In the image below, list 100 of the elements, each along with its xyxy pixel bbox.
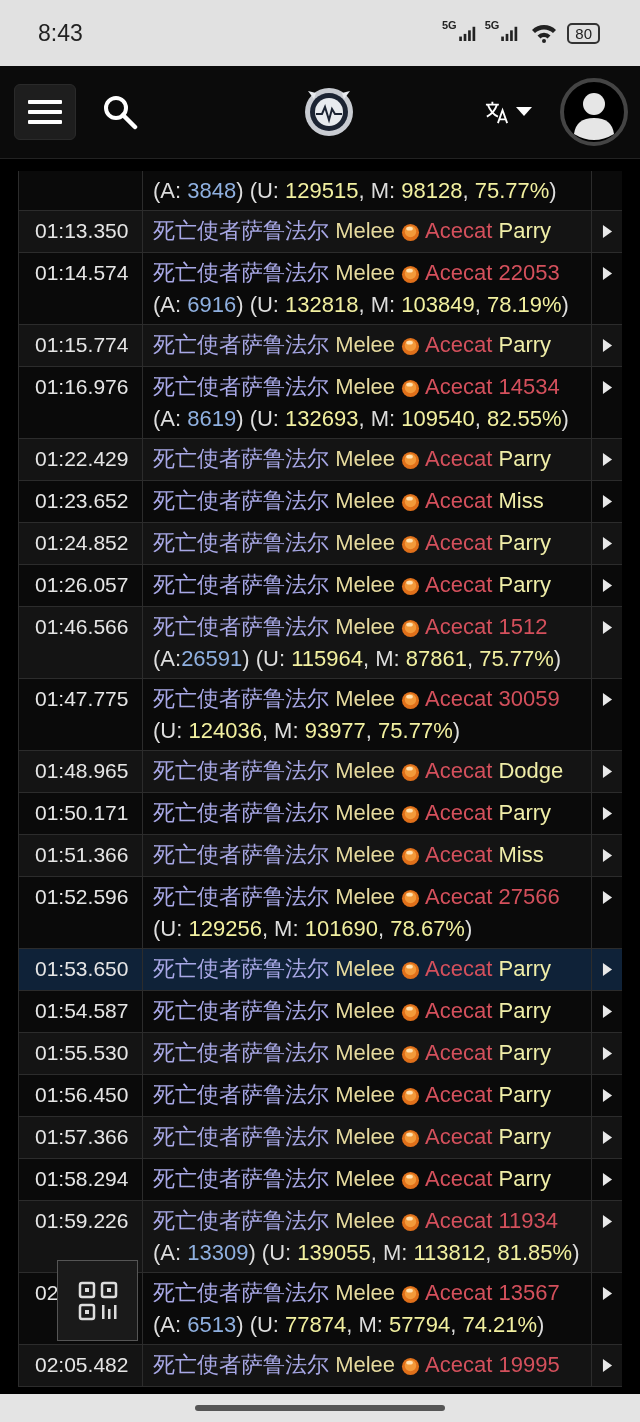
result-text: Miss	[498, 842, 544, 867]
caret-icon[interactable]	[516, 107, 532, 117]
log-row[interactable]: 01:13.350 死亡使者萨鲁法尔 Melee Acecat Parry	[19, 211, 622, 253]
search-icon[interactable]	[102, 94, 138, 130]
detail-text: ,	[485, 1240, 493, 1265]
expand-arrow-icon[interactable]	[601, 1172, 613, 1187]
expand-arrow-icon[interactable]	[601, 1046, 613, 1061]
source-name: 死亡使者萨鲁法尔	[153, 1166, 329, 1191]
ability-name: Melee	[335, 1280, 396, 1305]
orb-icon	[401, 1356, 421, 1376]
damage-value: 115964	[291, 646, 363, 671]
expand-arrow-icon[interactable]	[601, 1214, 613, 1229]
log-row[interactable]: 01:23.652 死亡使者萨鲁法尔 Melee Acecat Miss	[19, 481, 622, 523]
expand-arrow-icon[interactable]	[601, 1088, 613, 1103]
translate-icon[interactable]	[484, 100, 510, 124]
expand-arrow-icon[interactable]	[601, 1286, 613, 1301]
log-row[interactable]: 02:05.482 死亡使者萨鲁法尔 Melee Acecat 19995	[19, 1345, 622, 1387]
log-row[interactable]: 01:52.596 死亡使者萨鲁法尔 Melee Acecat 27566 (U: 129256, M: 101690, 78.67%)	[19, 877, 622, 949]
damage-value: 87861	[405, 646, 467, 671]
damage-value: 129256	[188, 916, 262, 941]
damage-value: 132693	[285, 406, 359, 431]
damage-value: 113812	[413, 1240, 486, 1265]
network-label: 5G	[441, 18, 457, 31]
result-text: 27566	[498, 884, 560, 909]
time-text: 01:15.774	[35, 333, 129, 356]
menu-button[interactable]	[14, 84, 76, 140]
log-row[interactable]: 01:24.852 死亡使者萨鲁法尔 Melee Acecat Parry	[19, 523, 622, 565]
time-text: 01:46.566	[35, 615, 129, 638]
ability-name: Melee	[335, 446, 396, 471]
target-name: Acecat	[425, 1082, 493, 1107]
result-text: 13567	[498, 1280, 560, 1305]
detail-text: , M:	[370, 1240, 409, 1265]
log-row[interactable]: 01:22.429 死亡使者萨鲁法尔 Melee Acecat Parry	[19, 439, 622, 481]
log-row[interactable]: 01:57.366 死亡使者萨鲁法尔 Melee Acecat Parry	[19, 1117, 622, 1159]
qr-code-button[interactable]	[57, 1260, 138, 1341]
log-row[interactable]: 01:58.294 死亡使者萨鲁法尔 Melee Acecat Parry	[19, 1159, 622, 1201]
orb-icon	[401, 690, 421, 710]
log-row[interactable]: 01:15.774 死亡使者萨鲁法尔 Melee Acecat Parry	[19, 325, 622, 367]
log-row[interactable]: 01:56.450 死亡使者萨鲁法尔 Melee Acecat Parry	[19, 1075, 622, 1117]
log-row[interactable]: 01:48.965 死亡使者萨鲁法尔 Melee Acecat Dodge	[19, 751, 622, 793]
source-name: 死亡使者萨鲁法尔	[153, 956, 329, 981]
expand-arrow-icon[interactable]	[601, 692, 613, 707]
log-row[interactable]: 01:51.366 死亡使者萨鲁法尔 Melee Acecat Miss	[19, 835, 622, 877]
expand-arrow-icon[interactable]	[601, 962, 613, 977]
target-name: Acecat	[425, 956, 493, 981]
expand-arrow-icon[interactable]	[601, 224, 613, 239]
log-row[interactable]: (A: 3848) (U: 129515, M: 98128, 75.77%)	[19, 171, 622, 211]
ability-name: Melee	[335, 956, 396, 981]
expand-arrow-icon[interactable]	[601, 266, 613, 281]
expand-arrow-icon[interactable]	[601, 578, 613, 593]
expand-arrow-icon[interactable]	[601, 1358, 613, 1373]
expand-arrow-icon[interactable]	[601, 338, 613, 353]
ability-name: Melee	[335, 1040, 396, 1065]
expand-arrow-icon[interactable]	[601, 806, 613, 821]
absorb-value: 13309	[187, 1240, 249, 1265]
target-name: Acecat	[425, 374, 493, 399]
log-row[interactable]: 01:46.566 死亡使者萨鲁法尔 Melee Acecat 1512 (A:26591) (U: 115964, M: 87861, 75.77%)	[19, 607, 622, 679]
damage-value: 101690	[304, 916, 379, 941]
source-name: 死亡使者萨鲁法尔	[153, 1082, 329, 1107]
expand-arrow-icon[interactable]	[601, 1004, 613, 1019]
ability-name: Melee	[335, 332, 396, 357]
target-name: Acecat	[425, 1040, 493, 1065]
source-name: 死亡使者萨鲁法尔	[153, 1124, 329, 1149]
expand-arrow-icon[interactable]	[601, 1130, 613, 1145]
orb-icon	[401, 804, 421, 824]
expand-arrow-icon[interactable]	[601, 536, 613, 551]
expand-arrow-icon[interactable]	[601, 494, 613, 509]
log-row[interactable]: 01:54.587 死亡使者萨鲁法尔 Melee Acecat Parry	[19, 991, 622, 1033]
result-text: Parry	[498, 446, 552, 471]
logo-icon[interactable]	[302, 85, 356, 139]
damage-value: 78.67%	[390, 916, 465, 941]
expand-arrow-icon[interactable]	[601, 620, 613, 635]
expand-arrow-icon[interactable]	[601, 452, 613, 467]
log-row[interactable]: 01:59.226 死亡使者萨鲁法尔 Melee Acecat 11934 (A: 13309) (U: 139055, M: 113812, 81.85%)	[19, 1201, 622, 1273]
damage-value: 82.55%	[486, 406, 562, 431]
result-text: 14534	[498, 374, 560, 399]
log-row[interactable]: 01:55.530 死亡使者萨鲁法尔 Melee Acecat Parry	[19, 1033, 622, 1075]
log-row[interactable]: 01:50.171 死亡使者萨鲁法尔 Melee Acecat Parry	[19, 793, 622, 835]
log-row[interactable]: 01:14.574 死亡使者萨鲁法尔 Melee Acecat 22053 (A: 6916) (U: 132818, M: 103849, 78.19%)	[19, 253, 622, 325]
expand-arrow-icon[interactable]	[601, 890, 613, 905]
expand-arrow-icon[interactable]	[601, 380, 613, 395]
avatar-icon[interactable]	[560, 78, 628, 146]
log-row[interactable]: 01:47.775 死亡使者萨鲁法尔 Melee Acecat 30059 (U: 124036, M: 93977, 75.77%)	[19, 679, 622, 751]
detail-text: ) (U:	[242, 646, 287, 671]
target-name: Acecat	[425, 530, 493, 555]
ability-name: Melee	[335, 758, 396, 783]
log-row[interactable]: 01:16.976 死亡使者萨鲁法尔 Melee Acecat 14534 (A: 8619) (U: 132693, M: 109540, 82.55%)	[19, 367, 622, 439]
source-name: 死亡使者萨鲁法尔	[153, 332, 329, 357]
time-text: 01:50.171	[35, 801, 129, 824]
log-row[interactable]: 01:53.650 死亡使者萨鲁法尔 Melee Acecat Parry	[19, 949, 622, 991]
result-text: Parry	[498, 998, 552, 1023]
absorb-value: 26591	[181, 646, 243, 671]
expand-arrow-icon[interactable]	[601, 764, 613, 779]
result-text: 19995	[498, 1352, 560, 1377]
expand-arrow-icon[interactable]	[601, 848, 613, 863]
detail-text: )	[537, 1312, 545, 1337]
target-name: Acecat	[425, 686, 493, 711]
orb-icon	[401, 336, 421, 356]
detail-text: (U:	[153, 718, 184, 743]
log-row[interactable]: 01:26.057 死亡使者萨鲁法尔 Melee Acecat Parry	[19, 565, 622, 607]
